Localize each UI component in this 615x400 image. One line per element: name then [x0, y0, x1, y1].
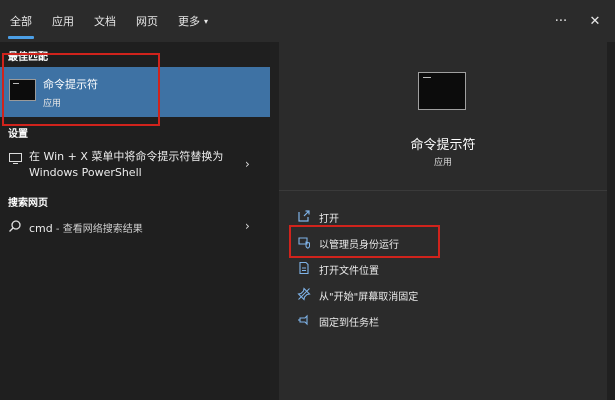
chevron-right-icon[interactable]: › [245, 157, 250, 171]
action-open[interactable]: 打开 [297, 208, 557, 226]
tab-label: 全部 [10, 15, 32, 28]
command-prompt-icon [9, 79, 36, 101]
action-open-file-location[interactable]: 打开文件位置 [297, 260, 557, 278]
web-query: cmd [29, 222, 53, 235]
action-run-as-admin[interactable]: 以管理员身份运行 [297, 234, 557, 252]
app-type: 应用 [433, 158, 452, 168]
web-suffix: - 查看网络搜索结果 [52, 224, 143, 235]
app-title: 命令提示符 [410, 138, 476, 153]
action-label: 从"开始"屏幕取消固定 [319, 292, 419, 303]
action-label: 以管理员身份运行 [319, 240, 399, 251]
tab-label: 网页 [136, 15, 158, 28]
tab-documents[interactable]: 文档 [84, 0, 126, 42]
settings-result-text: 在 Win + X 菜单中将命令提示符替换为 Windows PowerShel… [29, 150, 224, 179]
action-label: 打开 [319, 214, 339, 225]
web-search-heading: 搜索网页 [8, 198, 48, 209]
result-subtitle: 应用 [43, 99, 62, 109]
more-options-icon[interactable]: ··· [547, 0, 575, 42]
action-unpin-start[interactable]: 从"开始"屏幕取消固定 [297, 286, 557, 304]
search-tabs-bar: 全部 应用 文档 网页 更多 ▾ ··· ✕ [0, 0, 615, 42]
search-icon [9, 220, 21, 232]
action-label: 固定到任务栏 [319, 318, 379, 329]
tab-apps[interactable]: 应用 [42, 0, 84, 42]
file-location-icon [299, 261, 309, 275]
open-icon [298, 210, 310, 222]
best-match-result[interactable]: 命令提示符 应用 [0, 67, 270, 117]
actions-list: 打开 以管理员身份运行 打开文件位置 从"开始"屏幕取消固定 固定到任务栏 [279, 190, 607, 400]
details-pane: 命令提示符 应用 打开 以管理员身份运行 打开文件位置 从"开始"屏幕取消固定 … [279, 42, 607, 400]
result-title: 命令提示符 [43, 78, 98, 91]
unpin-icon [297, 287, 311, 301]
settings-result[interactable]: 在 Win + X 菜单中将命令提示符替换为 Windows PowerShel… [0, 145, 270, 187]
pin-taskbar-icon [298, 314, 308, 326]
close-icon[interactable]: ✕ [575, 0, 615, 42]
web-search-result[interactable]: cmd - 查看网络搜索结果 › [0, 218, 270, 240]
admin-shield-icon [298, 237, 310, 249]
action-label: 打开文件位置 [319, 266, 379, 277]
tab-label: 文档 [94, 15, 116, 28]
best-match-heading: 最佳匹配 [8, 52, 48, 63]
tab-all[interactable]: 全部 [0, 0, 42, 42]
chevron-down-icon: ▾ [204, 16, 209, 26]
command-prompt-icon [418, 72, 466, 110]
tab-web[interactable]: 网页 [126, 0, 168, 42]
action-pin-taskbar[interactable]: 固定到任务栏 [297, 312, 557, 330]
tab-label: 应用 [52, 15, 74, 28]
display-icon [9, 153, 22, 164]
settings-heading: 设置 [8, 129, 28, 140]
chevron-right-icon[interactable]: › [245, 219, 250, 233]
tab-label: 更多 [178, 15, 200, 28]
results-pane: 最佳匹配 命令提示符 应用 设置 在 Win + X 菜单中将命令提示符替换为 … [0, 42, 270, 400]
tab-more[interactable]: 更多 ▾ [168, 0, 218, 42]
